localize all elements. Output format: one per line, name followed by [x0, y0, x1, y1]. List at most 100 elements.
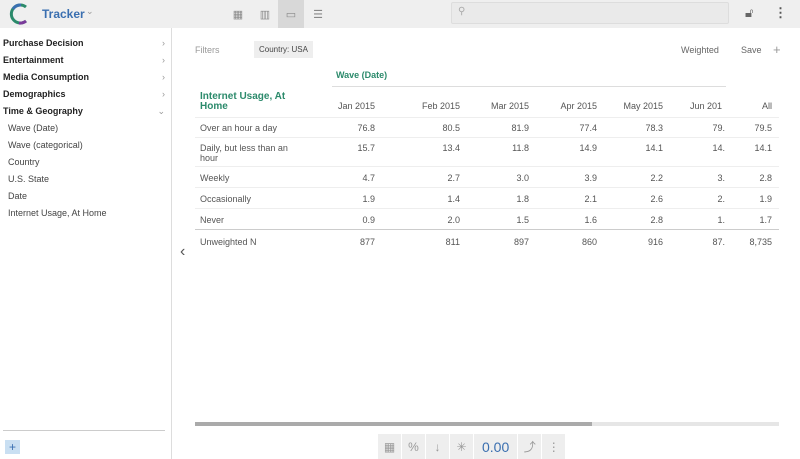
table-cell: 2.1 — [584, 194, 597, 204]
table-cell: 916 — [647, 237, 663, 247]
chevron-down-icon[interactable]: ⌄ — [86, 6, 94, 17]
table-cell: 3.9 — [584, 173, 597, 183]
table-cell: 877 — [359, 237, 375, 247]
table-cell: 2.2 — [650, 173, 663, 183]
top-bar: Tracker ⌄ ▦ ▥ ▭ ☰ ⚲ 🔓︎ ⋮ — [0, 0, 800, 28]
row-label: Unweighted N — [200, 237, 257, 247]
sidebar-item-media-consumption[interactable]: Media Consumption › — [3, 72, 165, 82]
table-cell: 13.4 — [442, 143, 460, 153]
search-icon: ⚲ — [458, 6, 466, 17]
table-cell: 2.8 — [759, 173, 772, 183]
table-cell: 1.8 — [516, 194, 529, 204]
decimals-button[interactable]: 0.00 — [474, 434, 519, 459]
filter-chip[interactable]: Country: USA — [254, 41, 313, 58]
filters-label: Filters — [195, 45, 220, 55]
table-cell: 1.9 — [362, 194, 375, 204]
chevron-down-icon: ⌄ — [157, 106, 165, 116]
list-view-icon[interactable]: ☰ — [305, 0, 331, 28]
column-header: Apr 2015 — [560, 101, 597, 111]
sidebar-item-time-geography[interactable]: Time & Geography ⌄ — [3, 106, 165, 116]
column-header: All — [761, 101, 772, 111]
table-cell: 2.6 — [650, 194, 663, 204]
columns-view-icon[interactable]: ▥ — [252, 0, 278, 28]
more-menu-icon[interactable]: ⋮ — [774, 5, 787, 21]
row-label: Never — [200, 215, 225, 225]
table-cell: 2.7 — [447, 173, 460, 183]
add-icon[interactable]: + — [773, 42, 781, 57]
add-button[interactable]: + — [5, 440, 20, 454]
divider — [195, 137, 779, 138]
logo-icon — [9, 3, 27, 25]
percent-icon[interactable]: % — [402, 434, 426, 459]
table-icon[interactable]: ▦ — [378, 434, 402, 459]
column-group-header: Wave (Date) — [336, 70, 388, 80]
swap-icon[interactable]: ⤴ — [518, 434, 543, 459]
table-cell: 14.1 — [645, 143, 663, 153]
scrollbar-thumb[interactable] — [195, 422, 593, 426]
sidebar-subitem[interactable]: Wave (categorical) — [8, 140, 83, 150]
column-header: Jan 2015 — [337, 101, 375, 111]
table-cell: 8,735 — [749, 237, 772, 247]
table-cell: 1.5 — [516, 215, 529, 225]
table-cell: 0.9 — [362, 215, 375, 225]
horizontal-scrollbar[interactable] — [195, 422, 779, 426]
table-cell: 811 — [445, 237, 460, 247]
table-cell: 2.8 — [650, 215, 663, 225]
sidebar-subitem[interactable]: Country — [8, 157, 40, 167]
divider — [195, 117, 779, 118]
table-cell: 1.9 — [759, 194, 772, 204]
divider — [195, 187, 779, 188]
weighted-button[interactable]: Weighted — [681, 45, 719, 55]
divider — [3, 430, 165, 431]
chevron-right-icon: › — [162, 72, 165, 82]
save-button[interactable]: Save — [741, 45, 762, 55]
single-view-icon[interactable]: ▭ — [278, 0, 304, 28]
arrow-down-icon[interactable]: ↓ — [426, 434, 450, 459]
row-header: Internet Usage, At Home — [200, 91, 286, 112]
sidebar-subitem[interactable]: Wave (Date) — [8, 123, 58, 133]
label: Purchase Decision — [3, 38, 84, 48]
table-cell: 79.5 — [754, 123, 772, 133]
row-label: Over an hour a day — [200, 123, 278, 133]
sidebar-item-entertainment[interactable]: Entertainment › — [3, 55, 165, 65]
sidebar-subitem[interactable]: Internet Usage, At Home — [8, 208, 107, 218]
column-header: May 2015 — [623, 101, 663, 111]
table-cell: 897 — [513, 237, 529, 247]
table-cell: 14.1 — [754, 143, 772, 153]
table-cell: 81.9 — [511, 123, 529, 133]
chevron-right-icon: › — [162, 55, 165, 65]
search-input[interactable]: ⚲ — [451, 2, 729, 24]
table-cell: 80.5 — [442, 123, 460, 133]
grid-view-icon[interactable]: ▦ — [225, 0, 251, 28]
divider — [195, 166, 779, 167]
table-cell: 4.7 — [362, 173, 375, 183]
row-label: Weekly — [200, 173, 230, 183]
table-cell: 78.3 — [645, 123, 663, 133]
table-cell: 76.8 — [357, 123, 375, 133]
row-label: Daily, but less than an hour — [200, 143, 288, 163]
divider — [195, 229, 779, 230]
table-cell: 2.0 — [447, 215, 460, 225]
table-cell: 15.7 — [357, 143, 375, 153]
label: Time & Geography — [3, 106, 83, 116]
bottom-toolbar: ▦ % ↓ ✳ 0.00 ⤴ ⋮ — [378, 434, 567, 459]
sidebar-subitem[interactable]: Date — [8, 191, 27, 201]
label: Demographics — [3, 89, 66, 99]
table-cell: 14.9 — [579, 143, 597, 153]
table-cell: 1.6 — [584, 215, 597, 225]
chevron-right-icon: › — [162, 89, 165, 99]
app-name[interactable]: Tracker — [42, 7, 85, 21]
sidebar-item-demographics[interactable]: Demographics › — [3, 89, 165, 99]
label: Media Consumption — [3, 72, 89, 82]
table-cell: 1.7 — [759, 215, 772, 225]
label: Entertainment — [3, 55, 64, 65]
sidebar: Purchase Decision › Entertainment › Media … — [0, 28, 172, 459]
asterisk-icon[interactable]: ✳ — [450, 434, 474, 459]
sidebar-subitem[interactable]: U.S. State — [8, 174, 49, 184]
more-icon[interactable]: ⋮ — [542, 434, 567, 459]
chevron-left-icon[interactable]: ‹ — [180, 243, 185, 261]
lock-icon[interactable]: 🔓︎ — [745, 5, 753, 21]
table-cell: 1.4 — [447, 194, 460, 204]
sidebar-item-purchase-decision[interactable]: Purchase Decision › — [3, 38, 165, 48]
table-cell: 11.8 — [512, 143, 529, 153]
